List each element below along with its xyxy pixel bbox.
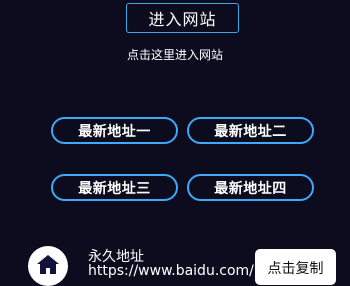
- enter-site-button[interactable]: 进入网站: [126, 3, 239, 33]
- home-icon: [28, 246, 68, 286]
- latest-address-1-button[interactable]: 最新地址一: [51, 117, 178, 144]
- latest-address-2-button[interactable]: 最新地址二: [187, 117, 314, 144]
- latest-address-4-button[interactable]: 最新地址四: [187, 174, 314, 201]
- permanent-address-url: https://www.baidu.com/: [88, 263, 254, 279]
- enter-site-hint[interactable]: 点击这里进入网站: [0, 46, 350, 63]
- latest-address-3-button[interactable]: 最新地址三: [51, 174, 178, 201]
